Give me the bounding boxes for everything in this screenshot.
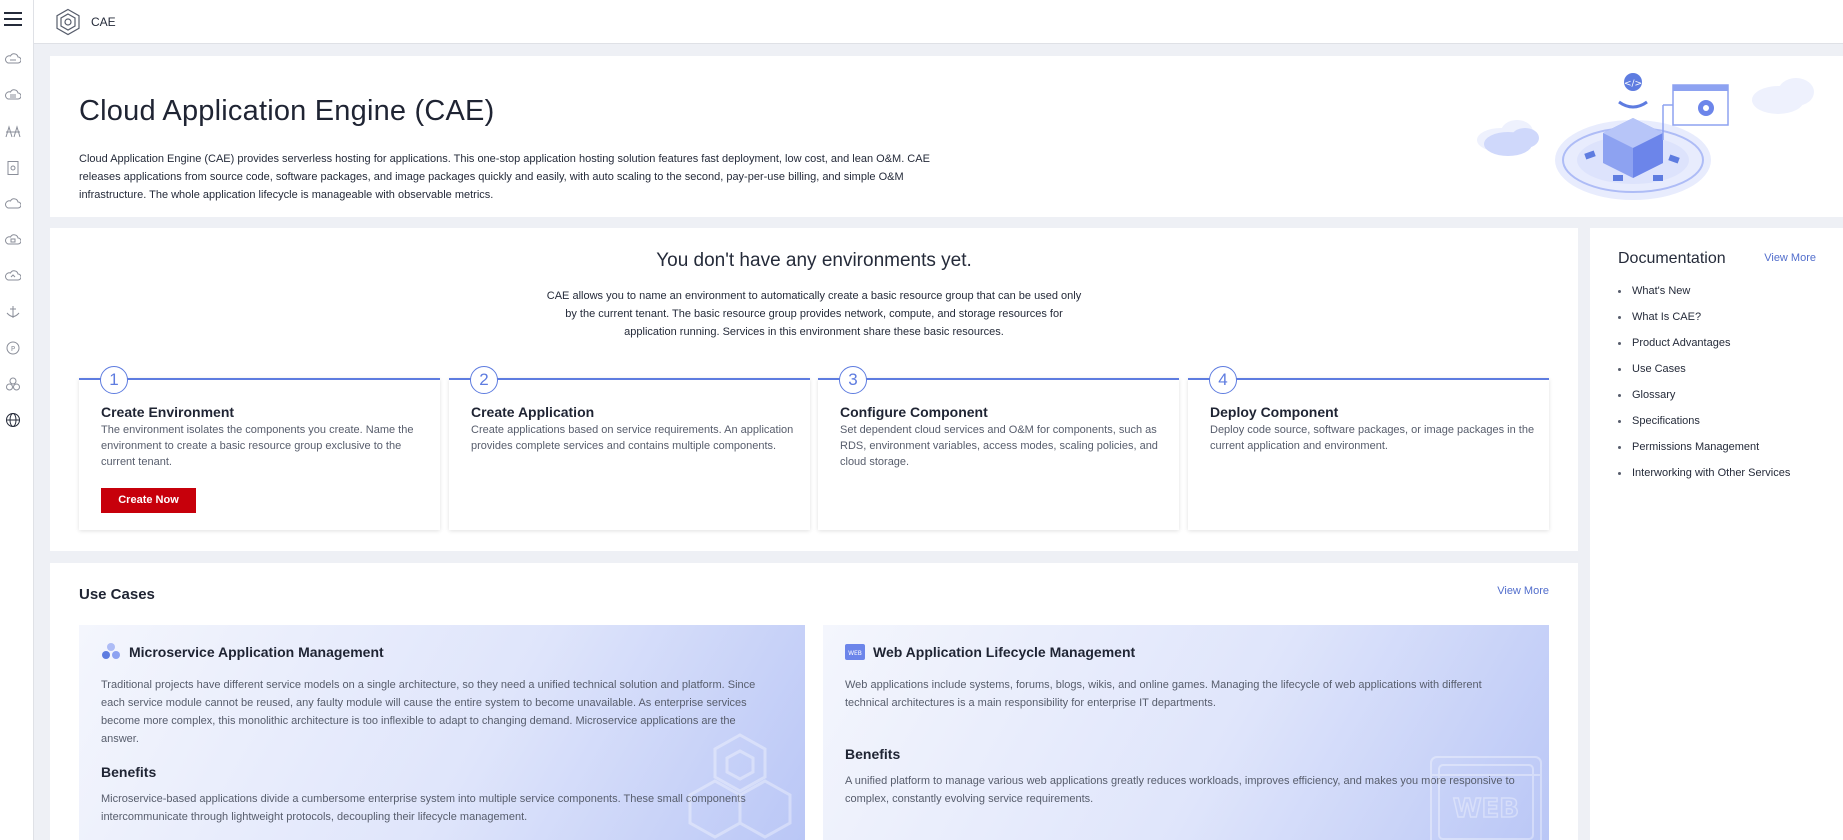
- use-cases-section: Use Cases View More Microservice Applica…: [50, 563, 1578, 840]
- banner-illustration: </>: [1477, 73, 1814, 200]
- page-title: Cloud Application Engine (CAE): [79, 95, 495, 127]
- documentation-title: Documentation: [1618, 250, 1726, 267]
- svg-text:</>: </>: [1624, 79, 1642, 89]
- cloud-icon[interactable]: [5, 268, 22, 284]
- create-now-button[interactable]: Create Now: [101, 488, 196, 513]
- step-number: 1: [100, 366, 128, 394]
- doc-link[interactable]: Specifications: [1618, 414, 1790, 440]
- documentation-list: What's New What Is CAE? Product Advantag…: [1618, 284, 1790, 492]
- menu-icon[interactable]: [4, 12, 22, 28]
- badge-icon[interactable]: P: [5, 340, 21, 356]
- cluster-icon[interactable]: [5, 376, 21, 392]
- use-case-card: Microservice Application Management Trad…: [79, 625, 805, 840]
- document-icon[interactable]: [5, 160, 21, 176]
- web-icon-label: WEB: [848, 650, 862, 657]
- service-name[interactable]: CAE: [91, 15, 116, 29]
- cloud-server-icon[interactable]: [5, 52, 22, 68]
- step-title: Configure Component: [840, 404, 988, 420]
- empty-state-description: CAE allows you to name an environment to…: [546, 290, 1082, 338]
- left-nav-rail: P: [0, 0, 34, 840]
- web-icon: WEB: [845, 644, 865, 660]
- doc-link[interactable]: What Is CAE?: [1618, 310, 1790, 336]
- benefits-description: Microservice-based applications divide a…: [101, 793, 746, 823]
- svg-text:P: P: [11, 345, 15, 353]
- hexagon-watermark: [688, 733, 792, 839]
- anchor-icon[interactable]: [5, 304, 21, 320]
- use-case-card: WEB Web Application Lifecycle Management…: [823, 625, 1549, 840]
- doc-link[interactable]: Product Advantages: [1618, 336, 1790, 362]
- documentation-view-more-link[interactable]: View More: [1764, 252, 1816, 264]
- step-card: 2 Create Application Create applications…: [449, 366, 810, 530]
- benefits-title: Benefits: [101, 764, 157, 780]
- intro-banner: Cloud Application Engine (CAE) Cloud App…: [50, 56, 1843, 217]
- microservice-icon: [102, 643, 120, 659]
- use-case-description: Web applications include systems, forums…: [845, 679, 1482, 709]
- step-description: Set dependent cloud services and O&M for…: [840, 424, 1158, 468]
- step-description: Deploy code source, software packages, o…: [1210, 424, 1535, 452]
- cloud-icon[interactable]: [5, 196, 22, 212]
- use-case-title: Web Application Lifecycle Management: [873, 644, 1136, 660]
- use-cases-title: Use Cases: [79, 586, 155, 603]
- use-cases-view-more-link[interactable]: View More: [1497, 585, 1549, 597]
- doc-link[interactable]: What's New: [1618, 284, 1790, 310]
- step-card: 3 Configure Component Set dependent clou…: [818, 366, 1179, 530]
- documentation-panel: Documentation View More What's New What …: [1590, 228, 1843, 840]
- step-card: 4 Deploy Component Deploy code source, s…: [1188, 366, 1549, 530]
- cloud-server-icon[interactable]: [5, 88, 22, 104]
- globe-icon[interactable]: [5, 412, 21, 428]
- doc-link[interactable]: Glossary: [1618, 388, 1790, 414]
- doc-link[interactable]: Permissions Management: [1618, 440, 1790, 466]
- step-title: Create Environment: [101, 404, 235, 420]
- use-case-description: Traditional projects have different serv…: [101, 679, 756, 745]
- web-watermark-label: WEB: [1453, 794, 1519, 824]
- step-title: Deploy Component: [1210, 404, 1339, 420]
- step-number: 2: [470, 366, 498, 394]
- step-number: 4: [1209, 366, 1237, 394]
- benefits-title: Benefits: [845, 746, 901, 762]
- benefits-description: A unified platform to manage various web…: [845, 775, 1515, 805]
- cae-logo-icon[interactable]: [54, 8, 82, 36]
- environments-panel: You don't have any environments yet. CAE…: [50, 228, 1578, 551]
- step-card: 1 Create Environment The environment iso…: [79, 366, 440, 530]
- empty-state-title: You don't have any environments yet.: [656, 250, 972, 271]
- web-watermark: WEB: [1430, 756, 1542, 840]
- step-description: Create applications based on service req…: [471, 424, 794, 452]
- doc-link[interactable]: Use Cases: [1618, 362, 1790, 388]
- step-number: 3: [839, 366, 867, 394]
- step-description: The environment isolates the components …: [101, 424, 414, 468]
- bridge-icon[interactable]: [5, 124, 21, 140]
- top-bar: CAE: [34, 0, 1843, 44]
- cloud-storage-icon[interactable]: [5, 232, 22, 248]
- intro-description: Cloud Application Engine (CAE) provides …: [79, 153, 930, 201]
- doc-link[interactable]: Interworking with Other Services: [1618, 466, 1790, 492]
- use-case-title: Microservice Application Management: [129, 644, 384, 660]
- step-title: Create Application: [471, 404, 595, 420]
